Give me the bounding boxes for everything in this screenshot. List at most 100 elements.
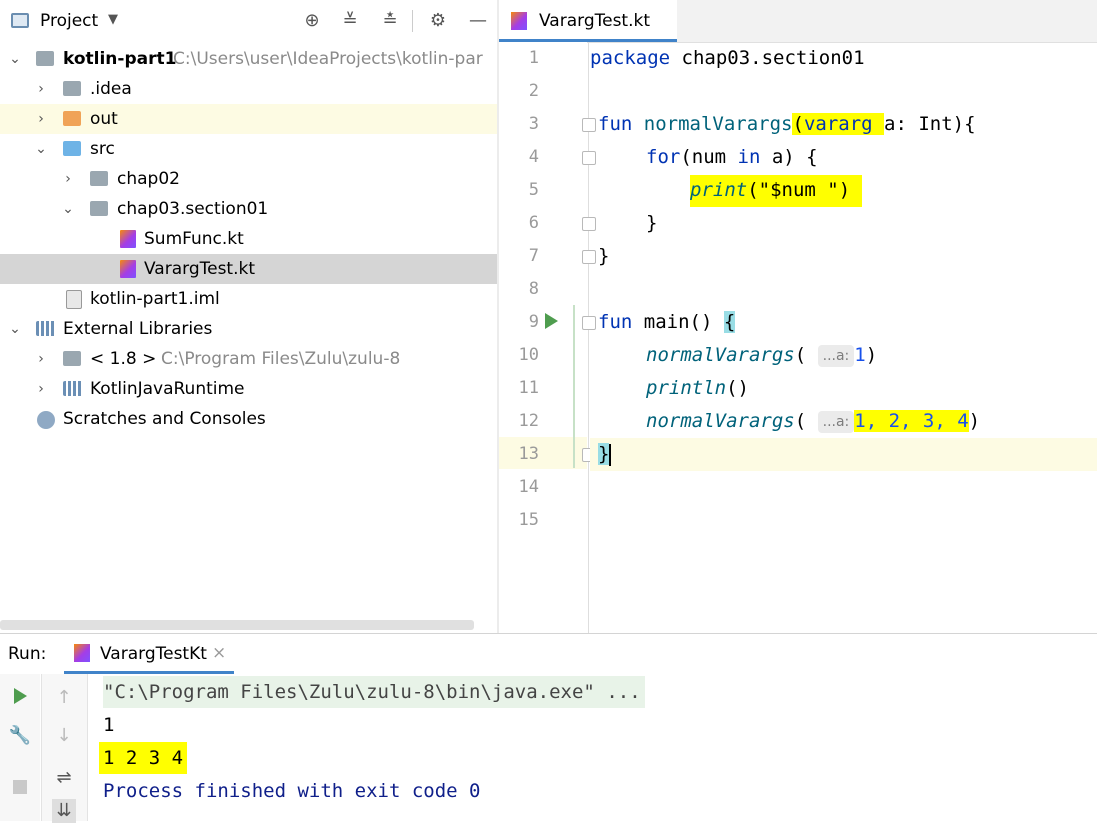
function-call: print <box>690 179 748 201</box>
soft-wrap-icon[interactable]: ⇌ <box>52 766 76 790</box>
code-line-5: print("$num ") <box>690 174 1097 207</box>
editor-tab-varargtest[interactable]: VarargTest.kt <box>499 0 677 42</box>
keyword-vararg: vararg <box>803 113 885 135</box>
run-tab-varargtestkt[interactable]: VarargTestKt × <box>64 634 234 674</box>
parameter-hint: ...a: <box>817 410 855 433</box>
code-text: main() <box>632 311 724 333</box>
function-call: println <box>646 377 727 399</box>
tree-item-label: chap02 <box>117 169 180 189</box>
run-icon[interactable] <box>8 684 32 708</box>
code-text: } <box>598 245 610 267</box>
code-text: ( <box>747 179 759 201</box>
tree-item-jdk[interactable]: › < 1.8 > C:\Program Files\Zulu\zulu-8 <box>0 344 497 374</box>
chevron-down-icon[interactable]: ⌄ <box>7 44 23 74</box>
tree-item-path-hint: C:\Program Files\Zulu\zulu-8 <box>161 349 401 369</box>
tree-item-kotlin-part1[interactable]: ⌄ kotlin-part1 C:\Users\user\IdeaProject… <box>0 44 497 74</box>
line-number-current: 13 <box>518 444 539 464</box>
horizontal-scrollbar[interactable] <box>0 620 474 630</box>
kotlin-file-icon <box>511 12 527 30</box>
tree-item-label: External Libraries <box>63 319 213 339</box>
code-line-11: println() <box>646 372 1097 405</box>
matched-brace: } <box>598 443 610 465</box>
line-number: 2 <box>528 81 539 101</box>
number-literal: 1, 2, 3, 4 <box>854 410 969 432</box>
run-toolbar-primary: 🔧 <box>0 674 40 821</box>
editor-tab-label: VarargTest.kt <box>539 11 651 31</box>
chevron-down-icon[interactable]: ⌄ <box>7 314 23 344</box>
code-line-1: package chap03.section01 <box>590 42 1097 75</box>
run-tool-window: Run: VarargTestKt × 🔧 ↑ ↓ ⇌ ⇊ "C:\Progra… <box>0 633 1097 823</box>
code-line-10: normalVarargs( ...a: 1) <box>646 339 1097 372</box>
scroll-to-end-icon[interactable]: ⇊ <box>52 799 76 823</box>
module-folder-icon <box>36 51 54 66</box>
project-tree: ⌄ kotlin-part1 C:\Users\user\IdeaProject… <box>0 42 497 632</box>
console-output[interactable]: "C:\Program Files\Zulu\zulu-8\bin\java.e… <box>87 674 1097 821</box>
tree-item-label: KotlinJavaRuntime <box>90 379 245 399</box>
library-icon <box>36 321 56 336</box>
project-panel-header: Project ▼ ⊕ ≚ ≛ ⚙ — <box>0 0 497 42</box>
tree-item-sumfunc[interactable]: SumFunc.kt <box>0 224 497 254</box>
tree-item-chap02[interactable]: › chap02 <box>0 164 497 194</box>
code-text: ) <box>968 410 981 432</box>
code-line-13: } <box>590 438 1097 471</box>
number-literal: 1 <box>854 344 866 366</box>
collapse-all-icon[interactable]: ≛ <box>379 10 401 32</box>
code-text: ( <box>794 344 807 366</box>
matched-brace: { <box>723 311 736 333</box>
package-icon <box>90 201 108 216</box>
line-number: 6 <box>528 213 539 233</box>
locate-icon[interactable]: ⊕ <box>301 10 323 32</box>
kotlin-file-icon <box>120 260 136 278</box>
tree-item-label: src <box>90 139 115 159</box>
tree-item-scratches[interactable]: Scratches and Consoles <box>0 404 497 434</box>
line-number: 12 <box>518 411 539 431</box>
stop-icon[interactable] <box>8 775 32 799</box>
tree-item-label: kotlin-part1.iml <box>90 289 220 309</box>
excluded-folder-icon <box>63 111 81 126</box>
line-number: 7 <box>528 246 539 266</box>
code-line-7: } <box>598 240 1097 273</box>
chevron-right-icon[interactable]: › <box>33 344 49 374</box>
run-icon[interactable] <box>545 313 558 329</box>
tree-item-out[interactable]: › out <box>0 104 497 134</box>
gear-icon[interactable]: ⚙ <box>427 10 449 32</box>
console-command-line: "C:\Program Files\Zulu\zulu-8\bin\java.e… <box>103 676 645 708</box>
code-editor[interactable]: package chap03.section01 fun normalVarar… <box>590 42 1097 633</box>
tree-item-idea[interactable]: › .idea <box>0 74 497 104</box>
tree-item-kotlin-runtime[interactable]: › KotlinJavaRuntime <box>0 374 497 404</box>
code-line-3: fun normalVarargs(vararg a: Int){ <box>598 108 1097 141</box>
chevron-right-icon[interactable]: › <box>60 164 76 194</box>
chevron-down-icon[interactable]: ⌄ <box>33 134 49 164</box>
kotlin-file-icon <box>120 230 136 248</box>
tree-item-label: out <box>90 109 118 129</box>
tree-item-src[interactable]: ⌄ src <box>0 134 497 164</box>
dropdown-icon[interactable]: ▼ <box>108 12 118 27</box>
iml-file-icon <box>66 290 82 309</box>
change-marker <box>573 305 575 468</box>
up-arrow-icon[interactable]: ↑ <box>52 686 76 710</box>
chevron-right-icon[interactable]: › <box>33 374 49 404</box>
keyword: fun <box>598 113 633 135</box>
tree-item-external-libraries[interactable]: ⌄ External Libraries <box>0 314 497 344</box>
expand-all-icon[interactable]: ≚ <box>339 10 361 32</box>
tree-item-label: VarargTest.kt <box>144 259 256 279</box>
tree-item-iml[interactable]: kotlin-part1.iml <box>0 284 497 314</box>
editor-tab-bar: VarargTest.kt <box>499 0 1097 43</box>
run-tab-label: VarargTestKt <box>100 644 207 664</box>
chevron-down-icon[interactable]: ⌄ <box>60 194 76 224</box>
chevron-right-icon[interactable]: › <box>33 104 49 134</box>
tree-item-chap03-section01[interactable]: ⌄ chap03.section01 <box>0 194 497 224</box>
wrench-icon[interactable]: 🔧 <box>8 724 32 748</box>
down-arrow-icon[interactable]: ↓ <box>52 724 76 748</box>
scratches-icon <box>37 411 55 429</box>
chevron-right-icon[interactable]: › <box>33 74 49 104</box>
source-folder-icon <box>63 141 81 156</box>
close-icon[interactable]: × <box>212 643 226 663</box>
package-icon <box>90 171 108 186</box>
hide-icon[interactable]: — <box>467 10 489 32</box>
tree-item-label: SumFunc.kt <box>144 229 244 249</box>
tree-item-varargtest[interactable]: VarargTest.kt <box>0 254 497 284</box>
line-number: 1 <box>528 48 539 68</box>
project-view-selector[interactable]: Project <box>40 11 98 31</box>
line-number: 3 <box>528 114 539 134</box>
